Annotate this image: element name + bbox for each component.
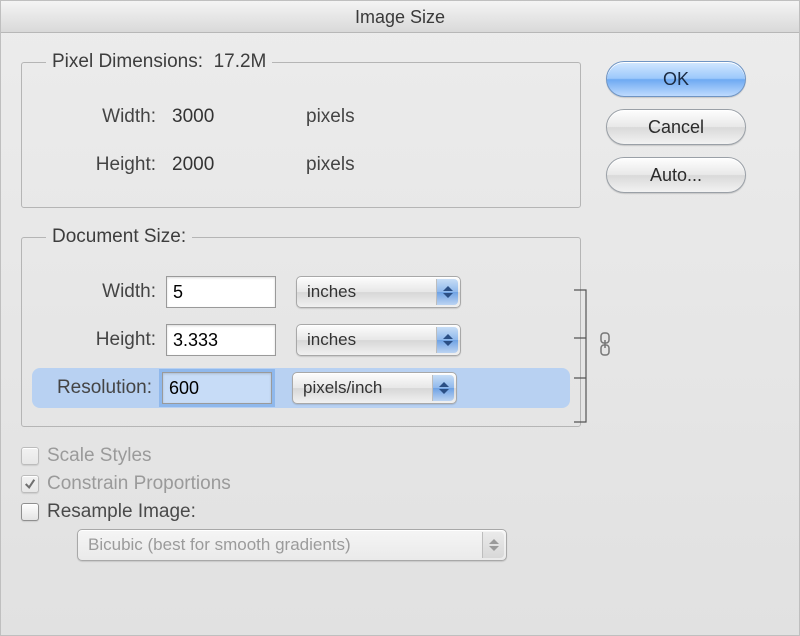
ds-height-unit-select[interactable]: inches	[296, 324, 461, 356]
ds-width-label: Width:	[36, 281, 166, 303]
cancel-button[interactable]: Cancel	[606, 109, 746, 145]
constrain-proportions-checkbox	[21, 475, 39, 493]
auto-button[interactable]: Auto...	[606, 157, 746, 193]
ds-height-input[interactable]	[166, 324, 276, 356]
constrain-proportions-row: Constrain Proportions	[21, 473, 581, 495]
ds-width-unit-select[interactable]: inches	[296, 276, 461, 308]
pd-height-value: 2000	[166, 154, 276, 176]
constrain-proportions-label: Constrain Proportions	[47, 473, 231, 495]
ds-width-input[interactable]	[166, 276, 276, 308]
updown-icon	[482, 532, 504, 558]
updown-icon	[432, 375, 454, 401]
pd-width-value: 3000	[166, 106, 276, 128]
resample-image-label: Resample Image:	[47, 501, 196, 523]
pixel-dimensions-size: 17.2M	[214, 51, 267, 72]
ds-height-label: Height:	[36, 329, 166, 351]
pd-height-unit: pixels	[276, 154, 396, 176]
resample-image-row: Resample Image:	[21, 501, 581, 523]
pd-width-label: Width:	[36, 106, 166, 128]
pd-width-unit: pixels	[276, 106, 396, 128]
resample-method-select: Bicubic (best for smooth gradients)	[77, 529, 507, 561]
document-size-legend: Document Size:	[46, 226, 192, 248]
pixel-dimensions-legend: Pixel Dimensions: 17.2M	[46, 51, 272, 73]
ds-resolution-label: Resolution:	[36, 377, 162, 399]
pixel-dimensions-group: Pixel Dimensions: 17.2M Width: 3000 pixe…	[21, 51, 581, 208]
chain-link-icon	[598, 332, 612, 362]
scale-styles-row: Scale Styles	[21, 445, 581, 467]
image-size-dialog: Image Size Pixel Dimensions: 17.2M Width…	[0, 0, 800, 636]
ds-resolution-input[interactable]	[162, 372, 272, 404]
scale-styles-checkbox	[21, 447, 39, 465]
ok-button[interactable]: OK	[606, 61, 746, 97]
dialog-title: Image Size	[1, 1, 799, 33]
ds-resolution-unit-select[interactable]: pixels/inch	[292, 372, 457, 404]
constrain-bracket-icon	[572, 286, 596, 402]
updown-icon	[436, 327, 458, 353]
resample-image-checkbox[interactable]	[21, 503, 39, 521]
scale-styles-label: Scale Styles	[47, 445, 152, 467]
pd-height-label: Height:	[36, 154, 166, 176]
updown-icon	[436, 279, 458, 305]
document-size-group: Document Size: Width: inches	[21, 226, 581, 427]
